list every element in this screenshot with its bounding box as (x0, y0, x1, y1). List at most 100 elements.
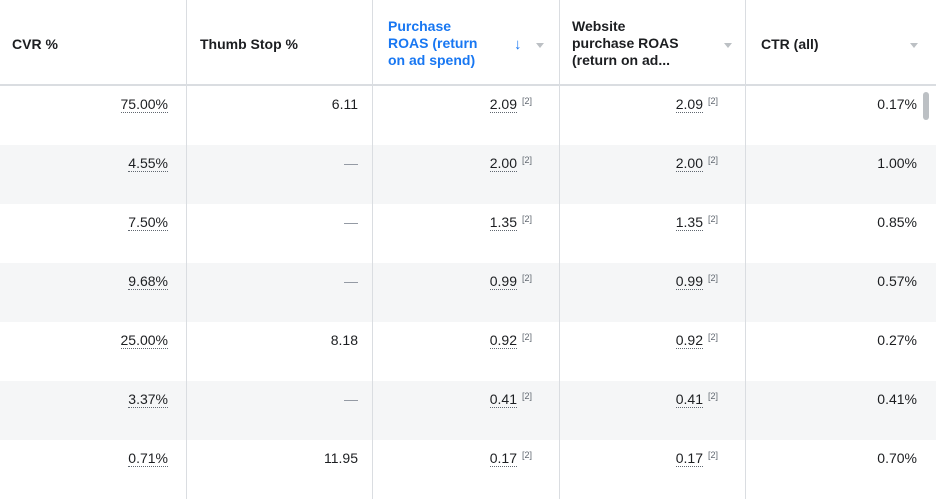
table-row[interactable]: 75.00% 6.11 2.09 [2] 2.09 [2] 0.17% (0, 86, 936, 145)
cell-value-wrapper: 2.09 [2] (675, 95, 718, 115)
arrow-down-icon[interactable]: ↓ (514, 37, 522, 52)
cell-value-wrapper: 8.18 (331, 331, 358, 349)
column-header-thumb-stop[interactable]: Thumb Stop % (187, 0, 373, 84)
cell-value[interactable]: 0.41 (675, 391, 703, 408)
cell-cvr: 75.00% (0, 86, 187, 145)
footnote-marker: [2] (521, 450, 532, 460)
table-row[interactable]: 3.37% — 0.41 [2] 0.41 [2] 0.41% (0, 381, 936, 440)
footnote-marker: [2] (521, 391, 532, 401)
column-header-cvr[interactable]: CVR % (0, 0, 187, 84)
table-body: 75.00% 6.11 2.09 [2] 2.09 [2] 0.17% 4.55% — 2.00 [… (0, 86, 936, 499)
vertical-scrollbar[interactable] (923, 92, 929, 120)
cell-value[interactable]: 0.92 (675, 332, 703, 349)
cell-website-roas: 0.17 [2] (560, 440, 746, 499)
cell-value-wrapper: 0.71% (128, 449, 168, 467)
cell-value-wrapper: 1.35 [2] (675, 213, 718, 233)
cell-value[interactable]: 0.99 (489, 273, 517, 290)
cell-value: 6.11 (331, 96, 358, 112)
table-row[interactable]: 7.50% — 1.35 [2] 1.35 [2] 0.85% (0, 204, 936, 263)
footnote-marker: [2] (521, 96, 532, 106)
cell-ctr: 0.57% (746, 263, 936, 322)
column-label-website-roas-line1: Website (572, 18, 626, 34)
cell-value-wrapper: — (344, 154, 358, 172)
table-row[interactable]: 0.71% 11.95 0.17 [2] 0.17 [2] 0.70% (0, 440, 936, 499)
cell-value-wrapper: 25.00% (120, 331, 168, 349)
cell-value-wrapper: 0.57% (877, 272, 917, 290)
cell-thumb-stop: 8.18 (187, 322, 373, 381)
cell-value[interactable]: 0.71% (128, 450, 168, 467)
cell-cvr: 3.37% (0, 381, 187, 440)
cell-thumb-stop: 11.95 (187, 440, 373, 499)
cell-purchase-roas: 1.35 [2] (373, 204, 560, 263)
cell-ctr: 0.17% (746, 86, 936, 145)
footnote-marker: [2] (707, 273, 718, 283)
table-row[interactable]: 25.00% 8.18 0.92 [2] 0.92 [2] 0.27% (0, 322, 936, 381)
cell-value-wrapper: 1.35 [2] (489, 213, 532, 233)
cell-value: 1.00% (877, 155, 917, 171)
cell-value[interactable]: 2.09 (489, 96, 517, 113)
cell-value-wrapper: 7.50% (128, 213, 168, 231)
cell-value[interactable]: 1.35 (489, 214, 517, 231)
cell-thumb-stop: — (187, 381, 373, 440)
cell-value[interactable]: 0.17 (489, 450, 517, 467)
cell-value: 0.27% (877, 332, 917, 348)
cell-value[interactable]: 2.09 (675, 96, 703, 113)
cell-value-wrapper: — (344, 272, 358, 290)
cell-value-wrapper: 0.70% (877, 449, 917, 467)
cell-value[interactable]: 3.37% (128, 391, 168, 408)
cell-cvr: 4.55% (0, 145, 187, 204)
table-row[interactable]: 4.55% — 2.00 [2] 2.00 [2] 1.00% (0, 145, 936, 204)
cell-value[interactable]: 0.92 (489, 332, 517, 349)
chevron-down-icon[interactable] (724, 43, 732, 48)
cell-purchase-roas: 0.17 [2] (373, 440, 560, 499)
cell-value-wrapper: 9.68% (128, 272, 168, 290)
table-row[interactable]: 9.68% — 0.99 [2] 0.99 [2] 0.57% (0, 263, 936, 322)
cell-value: 0.70% (877, 450, 917, 466)
cell-purchase-roas: 2.00 [2] (373, 145, 560, 204)
cell-value[interactable]: 1.35 (675, 214, 703, 231)
cell-value[interactable]: 75.00% (120, 96, 168, 113)
cell-value: 0.17% (877, 96, 917, 112)
footnote-marker: [2] (707, 332, 718, 342)
cell-thumb-stop: — (187, 204, 373, 263)
cell-value-wrapper: 0.92 [2] (489, 331, 532, 351)
cell-value[interactable]: 2.00 (675, 155, 703, 172)
cell-purchase-roas: 0.99 [2] (373, 263, 560, 322)
cell-value: 0.57% (877, 273, 917, 289)
cell-value-wrapper: 1.00% (877, 154, 917, 172)
cell-website-roas: 2.09 [2] (560, 86, 746, 145)
empty-value-dash: — (344, 214, 358, 230)
cell-value-wrapper: 0.27% (877, 331, 917, 349)
cell-value-wrapper: 0.41% (877, 390, 917, 408)
column-header-ctr[interactable]: CTR (all) (746, 0, 936, 84)
cell-value[interactable]: 2.00 (489, 155, 517, 172)
footnote-marker: [2] (521, 273, 532, 283)
footnote-marker: [2] (521, 214, 532, 224)
cell-value: 11.95 (324, 450, 358, 466)
cell-value-wrapper: 4.55% (128, 154, 168, 172)
cell-value[interactable]: 0.17 (675, 450, 703, 467)
cell-purchase-roas: 0.92 [2] (373, 322, 560, 381)
cell-website-roas: 0.41 [2] (560, 381, 746, 440)
cell-ctr: 0.27% (746, 322, 936, 381)
cell-value[interactable]: 9.68% (128, 273, 168, 290)
cell-value: 0.85% (877, 214, 917, 230)
cell-value-wrapper: 0.41 [2] (489, 390, 532, 410)
column-label-website-roas-line2: purchase ROAS (572, 35, 679, 51)
column-header-purchase-roas[interactable]: Purchase ROAS (return on ad spend) ↓ (373, 0, 560, 84)
cell-value-wrapper: 75.00% (120, 95, 168, 113)
cell-value[interactable]: 0.99 (675, 273, 703, 290)
cell-value[interactable]: 7.50% (128, 214, 168, 231)
cell-value: 8.18 (330, 332, 358, 348)
cell-cvr: 7.50% (0, 204, 187, 263)
chevron-down-icon[interactable] (910, 43, 918, 48)
column-header-website-roas[interactable]: Website purchase ROAS (return on ad... (560, 0, 746, 84)
column-label-website-roas-line3: (return on ad... (572, 52, 670, 68)
chevron-down-icon[interactable] (536, 43, 544, 48)
column-label-ctr: CTR (all) (761, 36, 819, 52)
cell-value[interactable]: 0.41 (489, 391, 517, 408)
cell-value-wrapper: — (344, 213, 358, 231)
cell-value[interactable]: 4.55% (128, 155, 168, 172)
cell-value-wrapper: 0.17 [2] (675, 449, 718, 469)
cell-value[interactable]: 25.00% (120, 332, 168, 349)
